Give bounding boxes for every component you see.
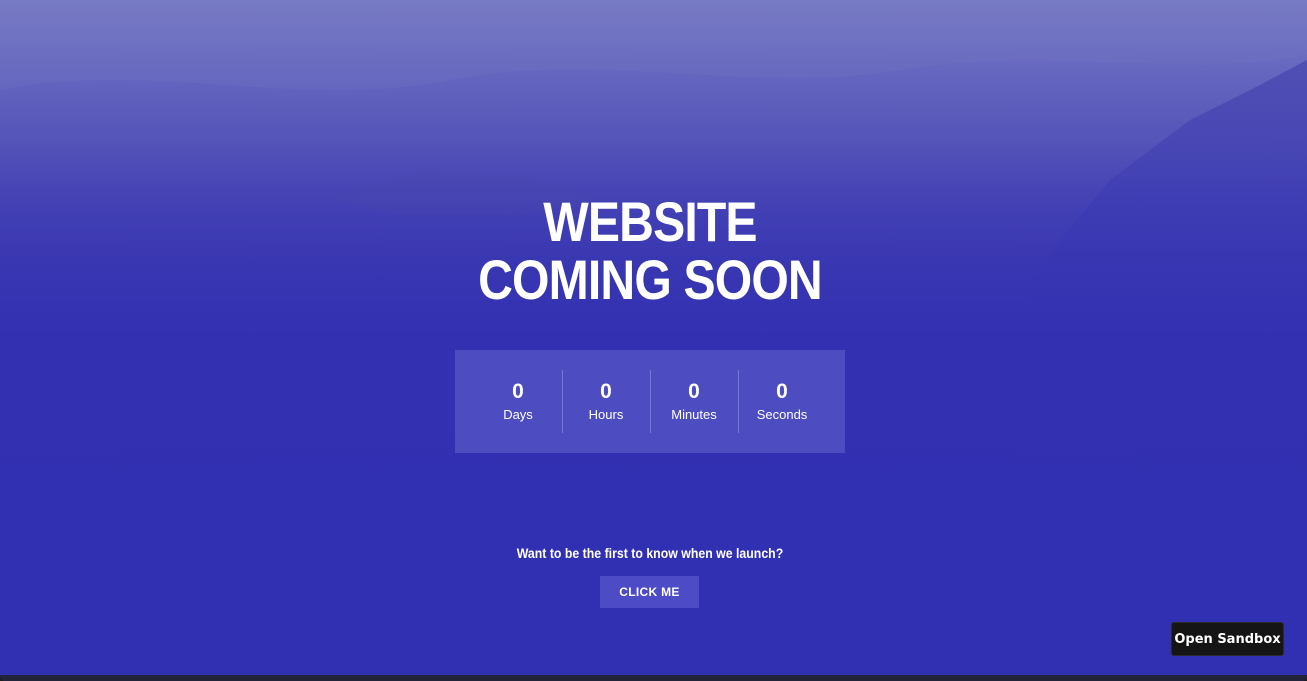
countdown-minutes: 0 Minutes — [651, 370, 739, 433]
page-frame: WEBSITE COMING SOON 0 Days 0 Hours 0 Min… — [0, 0, 1307, 681]
click-me-button[interactable]: CLICK ME — [600, 576, 699, 608]
countdown-minutes-value: 0 — [688, 379, 700, 403]
countdown-timer: 0 Days 0 Hours 0 Minutes 0 Seconds — [455, 350, 845, 453]
countdown-minutes-label: Minutes — [671, 406, 717, 422]
countdown-hours-label: Hours — [588, 406, 624, 422]
countdown-seconds-label: Seconds — [756, 406, 808, 422]
title-line-1: WEBSITE — [543, 190, 757, 253]
page-title: WEBSITE COMING SOON — [91, 193, 1209, 309]
countdown-days-label: Days — [503, 406, 533, 422]
countdown-seconds: 0 Seconds — [739, 370, 826, 433]
title-line-2: COMING SOON — [478, 248, 823, 311]
countdown-hours: 0 Hours — [563, 370, 651, 433]
launch-notify-text: Want to be the first to know when we lau… — [516, 545, 784, 561]
coming-soon-section: WEBSITE COMING SOON 0 Days 0 Hours 0 Min… — [0, 0, 1307, 675]
countdown-hours-value: 0 — [600, 379, 612, 403]
countdown-seconds-value: 0 — [776, 379, 788, 403]
bottom-border — [0, 675, 1307, 681]
countdown-days-value: 0 — [512, 379, 524, 403]
open-sandbox-button[interactable]: Open Sandbox — [1171, 622, 1284, 656]
countdown-days: 0 Days — [475, 370, 563, 433]
